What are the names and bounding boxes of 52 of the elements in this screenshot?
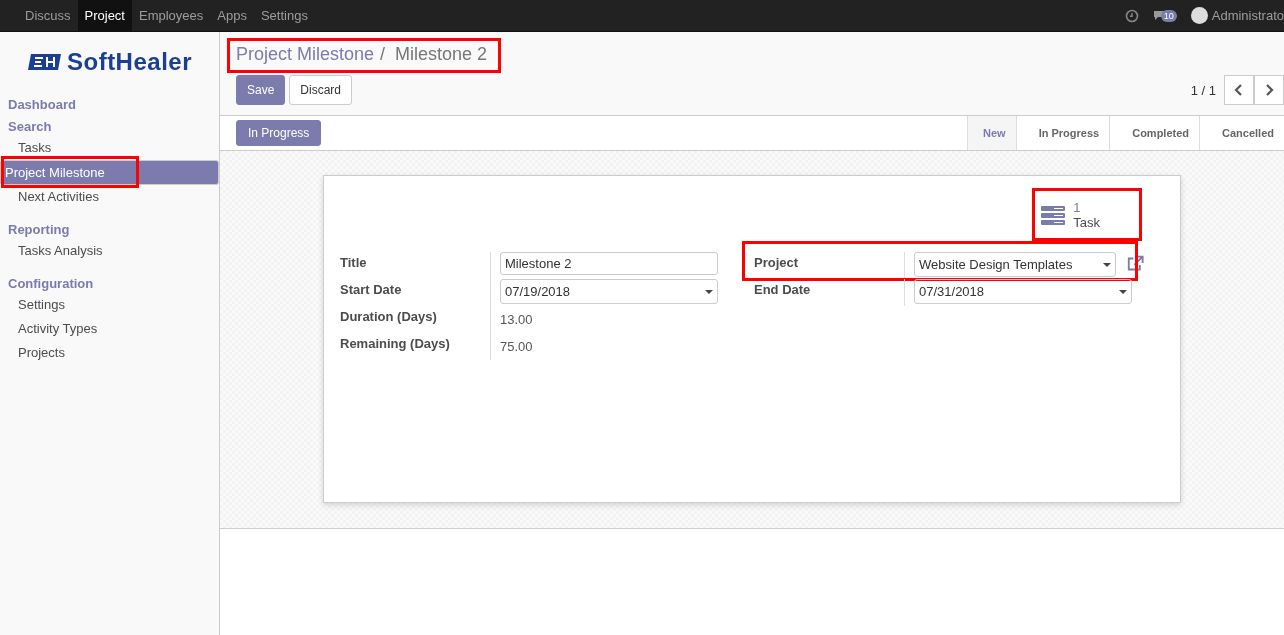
field-label: Title bbox=[340, 252, 491, 279]
stage-step[interactable]: Completed bbox=[1109, 116, 1200, 150]
task-count-button[interactable]: 1 Task bbox=[1041, 200, 1100, 230]
next-button[interactable] bbox=[1254, 75, 1284, 105]
sidebar-item[interactable]: Projects bbox=[0, 341, 219, 365]
field-label: Remaining (Days) bbox=[340, 333, 491, 360]
sidebar-item[interactable]: Next Activities bbox=[0, 185, 219, 209]
previous-button[interactable] bbox=[1224, 75, 1254, 105]
save-button[interactable]: Save bbox=[236, 75, 286, 105]
user-avatar[interactable] bbox=[1190, 7, 1208, 24]
app-menu-item[interactable]: Settings bbox=[253, 0, 315, 31]
field-value: 13.00 bbox=[500, 311, 534, 327]
sidebar-item[interactable]: Tasks bbox=[0, 136, 219, 160]
app-menu-item[interactable]: Apps bbox=[210, 0, 254, 31]
task-list-icon bbox=[1041, 205, 1066, 225]
breadcrumb-link[interactable]: Project Milestone bbox=[236, 44, 375, 65]
external-link-icon[interactable] bbox=[1125, 255, 1144, 273]
field-value: 75.00 bbox=[500, 338, 534, 354]
breadcrumb-current: Milestone 2 bbox=[395, 44, 488, 65]
discard-button[interactable]: Discard bbox=[289, 75, 353, 105]
pager-value: 1 / 1 bbox=[1190, 82, 1216, 98]
menu-section-title[interactable]: Dashboard bbox=[0, 94, 219, 114]
title-input[interactable]: Milestone 2 bbox=[500, 252, 718, 275]
clock-icon[interactable] bbox=[1124, 8, 1139, 23]
status-button[interactable]: In Progress bbox=[236, 120, 322, 146]
menu-section-title[interactable]: Reporting bbox=[0, 219, 219, 239]
app-menu-item[interactable]: Discuss bbox=[18, 0, 78, 31]
sidebar-item[interactable]: Settings bbox=[0, 293, 219, 317]
field-label: Start Date bbox=[340, 279, 491, 306]
sidebar-item[interactable]: Activity Types bbox=[0, 317, 219, 341]
chevron-right-icon bbox=[1264, 84, 1274, 96]
project-select[interactable]: Website Design Templates bbox=[914, 252, 1116, 277]
menu-section-title[interactable]: Configuration bbox=[0, 273, 219, 293]
messages-button[interactable]: 10 bbox=[1152, 9, 1177, 22]
stage-step[interactable]: Cancelled bbox=[1199, 116, 1284, 150]
app-menu-item[interactable]: Project bbox=[77, 0, 132, 31]
message-count-badge: 10 bbox=[1160, 9, 1177, 22]
sidebar-item[interactable]: Tasks Analysis bbox=[0, 239, 219, 263]
field-label: Project bbox=[754, 252, 905, 279]
date-field[interactable]: 07/31/2018 bbox=[914, 279, 1132, 304]
app-menu-item[interactable]: Employees bbox=[132, 0, 211, 31]
date-field[interactable]: 07/19/2018 bbox=[500, 279, 718, 304]
stage-step[interactable]: New bbox=[967, 116, 1016, 150]
user-name[interactable]: Administrato bbox=[1211, 8, 1284, 23]
stage-step[interactable]: In Progress bbox=[1015, 116, 1110, 150]
menu-section-title[interactable]: Search bbox=[0, 116, 219, 136]
chevron-left-icon bbox=[1234, 84, 1244, 96]
logo-text: SoftHealer bbox=[66, 48, 192, 76]
field-label: End Date bbox=[754, 279, 905, 306]
breadcrumb-separator: / bbox=[380, 44, 386, 65]
logo-icon bbox=[26, 52, 63, 72]
field-label: Duration (Days) bbox=[340, 306, 491, 333]
